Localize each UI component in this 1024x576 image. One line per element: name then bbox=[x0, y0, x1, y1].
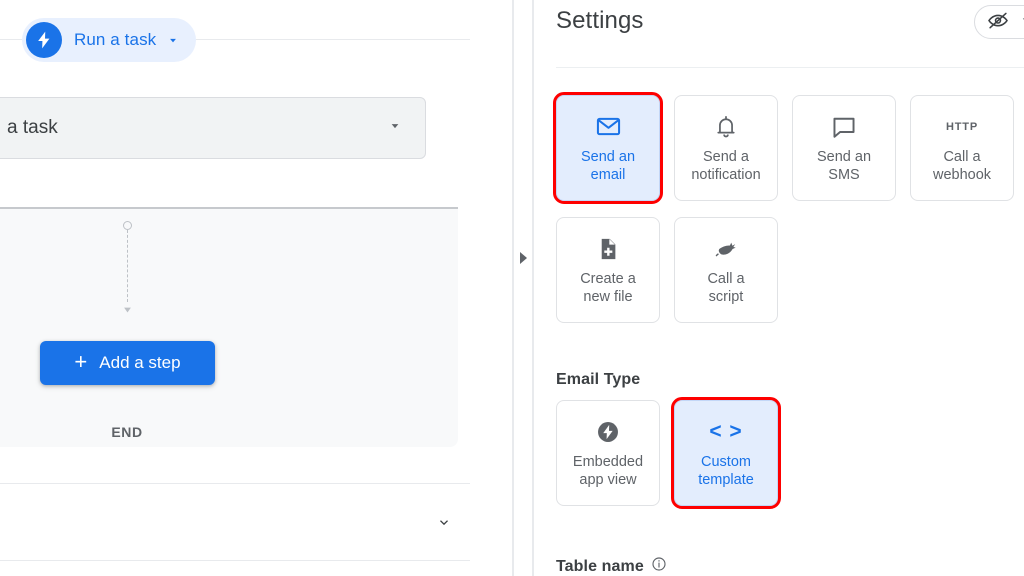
page-title: Settings bbox=[556, 7, 644, 34]
email-type-card-custom-template[interactable]: < > Custom template bbox=[671, 397, 781, 509]
settings-pane: Settings Send an email Send a notificati… bbox=[534, 0, 1024, 576]
triangle-right-icon[interactable] bbox=[517, 250, 529, 266]
eye-off-icon bbox=[987, 9, 1009, 36]
bolt-circle-icon bbox=[595, 418, 621, 446]
task-select-value: a task bbox=[7, 117, 58, 138]
action-card-send-a-notification[interactable]: Send a notification bbox=[674, 95, 778, 201]
action-card-call-a-webhook[interactable]: HTTP Call a webhook bbox=[910, 95, 1014, 201]
email-type-heading: Email Type bbox=[556, 371, 641, 388]
action-card-call-a-script[interactable]: Call a script bbox=[674, 217, 778, 323]
bell-icon bbox=[713, 113, 739, 141]
flow-connector bbox=[123, 221, 132, 315]
task-select-field[interactable]: a task bbox=[0, 97, 426, 159]
add-a-step-button[interactable]: + Add a step bbox=[40, 341, 215, 385]
action-card-label: Send an email bbox=[580, 148, 636, 183]
plus-icon: + bbox=[74, 349, 88, 374]
table-name-row: Table name bbox=[556, 556, 667, 576]
run-a-task-label: Run a task bbox=[74, 30, 157, 49]
email-type-card-embedded-app-view[interactable]: Embedded app view bbox=[556, 400, 660, 506]
action-card-label: Send a notification bbox=[691, 148, 761, 183]
action-card-label: Call a script bbox=[707, 270, 745, 305]
email-type-card-label: Custom template bbox=[698, 453, 754, 488]
trigger-row: Run a task bbox=[0, 18, 470, 62]
script-icon bbox=[713, 235, 740, 263]
email-type-card-label: Embedded app view bbox=[572, 453, 644, 488]
chat-bubble-icon bbox=[831, 113, 857, 141]
app-root: Run a task a task + Add a step END Setti… bbox=[0, 0, 1024, 576]
email-type-grid: Embedded app view < > Custom template bbox=[556, 397, 781, 509]
action-type-grid: Send an email Send a notification Send a… bbox=[553, 92, 1024, 323]
action-card-label: Call a webhook bbox=[932, 148, 992, 183]
http-icon: HTTP bbox=[946, 113, 978, 141]
flow-end-label: END bbox=[111, 424, 143, 440]
envelope-icon bbox=[595, 113, 622, 141]
circle-node-icon bbox=[123, 221, 132, 230]
caret-down-icon[interactable] bbox=[387, 118, 403, 139]
automation-editor-pane: Run a task a task + Add a step END bbox=[0, 0, 512, 576]
action-card-label: Create a new file bbox=[580, 270, 636, 305]
file-add-icon bbox=[595, 235, 621, 263]
dashed-line bbox=[127, 230, 128, 302]
bottom-divider-bottom bbox=[0, 560, 470, 561]
bottom-divider-top bbox=[0, 483, 470, 484]
pane-divider-left bbox=[512, 0, 514, 576]
visibility-toggle-button[interactable] bbox=[974, 5, 1024, 39]
flow-canvas: + Add a step END bbox=[0, 207, 458, 447]
bolt-icon bbox=[26, 22, 62, 58]
caret-down-icon bbox=[166, 33, 180, 47]
add-a-step-label: Add a step bbox=[99, 353, 181, 372]
code-brackets-icon: < > bbox=[709, 418, 742, 446]
caret-down-icon bbox=[1019, 13, 1024, 31]
action-card-label: Send an SMS bbox=[816, 148, 872, 183]
action-card-create-a-new-file[interactable]: Create a new file bbox=[556, 217, 660, 323]
code-brackets-icon-text: < > bbox=[709, 420, 743, 443]
http-icon-text: HTTP bbox=[946, 120, 978, 133]
action-card-send-an-sms[interactable]: Send an SMS bbox=[792, 95, 896, 201]
arrow-down-icon bbox=[123, 301, 132, 319]
expand-section-chevron-icon[interactable] bbox=[435, 513, 453, 531]
info-icon[interactable] bbox=[651, 556, 667, 576]
settings-header-divider bbox=[556, 67, 1024, 68]
run-a-task-chip[interactable]: Run a task bbox=[22, 18, 197, 62]
table-name-label: Table name bbox=[556, 557, 644, 575]
action-card-send-an-email[interactable]: Send an email bbox=[553, 92, 663, 204]
